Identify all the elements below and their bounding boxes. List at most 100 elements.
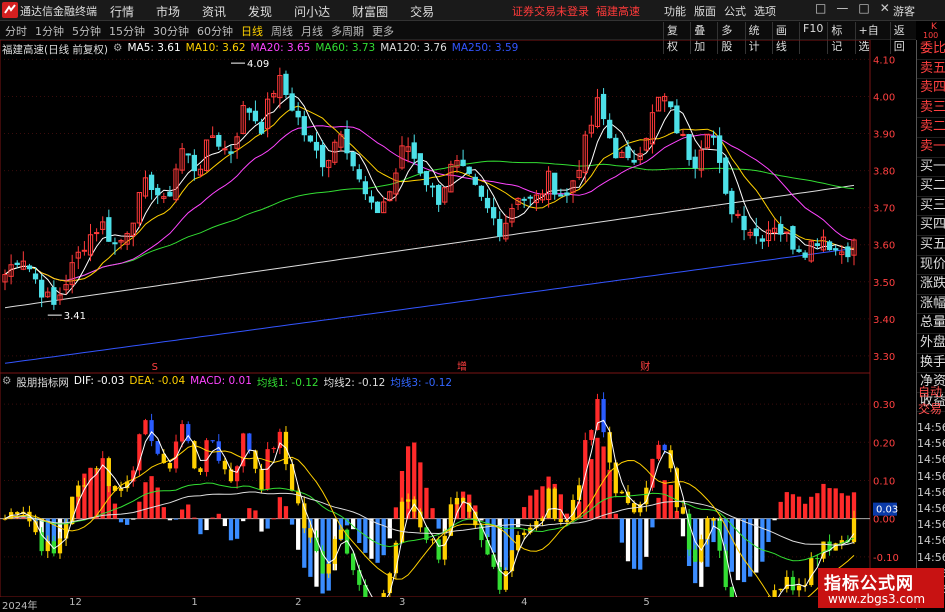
time-label-4: 3 (399, 597, 406, 608)
candle-body (368, 196, 375, 203)
indicator-candle-body (686, 513, 692, 550)
period-tab-2[interactable]: 5分钟 (69, 23, 104, 39)
histogram-bar (314, 518, 319, 587)
indicator-candle-body (711, 518, 716, 521)
quote-field-7[interactable]: 买二 (917, 177, 945, 197)
menu-item-6[interactable]: 交易 (410, 3, 434, 20)
trade-op-0[interactable]: 自动 (916, 384, 945, 401)
period-tab-10[interactable]: 更多 (369, 23, 397, 39)
right-menu-item-3[interactable]: 选项 (754, 3, 776, 19)
histogram-bar (326, 518, 331, 591)
chart-area[interactable]: 4.10 4.00 3.90 3.80 3.70 3.60 3.50 3.40 3.30 4.0… (0, 40, 916, 597)
ma-legend-1: MA10: 3.62 (185, 42, 246, 54)
menu-item-5[interactable]: 财富圈 (352, 3, 388, 20)
candle-body (411, 142, 417, 159)
trade-notice[interactable]: 证券交易未登录 福建高速 (512, 3, 640, 19)
period-tab-9[interactable]: 多周期 (328, 23, 367, 39)
indicator-tick: 0.00 (873, 515, 895, 526)
quote-field-0[interactable]: 委比 (917, 40, 945, 60)
histogram-bar (796, 496, 802, 519)
period-tab-0[interactable]: 分时 (2, 23, 30, 39)
time-label-5: 4 (521, 597, 528, 608)
histogram-bar (809, 496, 814, 519)
candle-body (191, 154, 197, 172)
right-menu-item-0[interactable]: 功能 (664, 3, 686, 19)
period-tab-4[interactable]: 30分钟 (150, 23, 192, 39)
period-tab-8[interactable]: 月线 (298, 23, 326, 39)
quote-field-5[interactable]: 卖一 (917, 138, 945, 158)
histogram-bar (149, 476, 154, 519)
quote-field-8[interactable]: 买三 (917, 197, 945, 217)
ma-legend-2: MA20: 3.65 (250, 42, 311, 54)
period-tab-3[interactable]: 15分钟 (106, 23, 148, 39)
histogram-bar (790, 494, 796, 519)
close-icon[interactable]: ✕ (880, 1, 890, 15)
time-label-3: 2 (295, 597, 302, 608)
quote-field-16[interactable]: 换手 (917, 354, 945, 374)
candle-body (222, 148, 228, 151)
quote-field-15[interactable]: 外盘 (917, 334, 945, 354)
guest-login[interactable]: 游客 (893, 3, 915, 19)
menu-item-3[interactable]: 发现 (248, 3, 272, 20)
right-menu-item-2[interactable]: 公式 (724, 3, 746, 19)
period-tab-5[interactable]: 60分钟 (194, 23, 236, 39)
quote-field-6[interactable]: 买一 (917, 158, 945, 178)
histogram-bar (265, 518, 270, 529)
indicator-legend-0: DIF: -0.03 (73, 375, 125, 387)
event-mark: S (152, 362, 158, 373)
quote-field-1[interactable]: 卖五 (917, 60, 945, 80)
quote-field-2[interactable]: 卖四 (917, 79, 945, 99)
quote-field-13[interactable]: 涨幅 (917, 295, 945, 315)
tick-time-6: 14:56 (917, 518, 945, 532)
minimize-icon[interactable]: — (836, 1, 848, 15)
price-tick: 3.30 (873, 352, 895, 363)
quote-field-9[interactable]: 买四 (917, 216, 945, 236)
quote-field-12[interactable]: 涨跌 (917, 275, 945, 295)
quote-field-4[interactable]: 卖二 (917, 118, 945, 138)
menu-item-2[interactable]: 资讯 (202, 3, 226, 20)
menu-item-0[interactable]: 行情 (110, 3, 134, 20)
candle-body (607, 119, 613, 139)
menu-item-1[interactable]: 市场 (156, 3, 180, 20)
quote-field-3[interactable]: 卖三 (917, 99, 945, 119)
candle-body (484, 197, 491, 209)
indicator-legend-2: MACD: 0.01 (190, 375, 252, 387)
indicator-candle-body (778, 588, 783, 591)
indicator-candle-body (338, 529, 344, 539)
indicator-name[interactable]: 股朋指标网 (16, 375, 69, 390)
trade-login-status[interactable]: 证券交易未登录 (512, 5, 589, 18)
indicator-grid: 0.30 0.20 0.10 0.00 -0.10 0.03 (0, 372, 899, 597)
period-tab-6[interactable]: 日线 (238, 23, 266, 39)
candle-body (741, 215, 747, 231)
maximize-icon[interactable]: □ (858, 1, 869, 15)
histogram-bar (833, 488, 838, 519)
indicator-candle-body (271, 448, 276, 450)
indicator-candle-body (94, 468, 99, 470)
histogram-bar (381, 518, 386, 556)
right-menu-item-1[interactable]: 版面 (694, 3, 716, 19)
indicator-candle-body (522, 532, 527, 536)
tick-time-4: 14:56 (917, 485, 945, 499)
quote-field-14[interactable]: 总量 (917, 314, 945, 334)
histogram-bar (247, 508, 252, 519)
indicator-candle-body (179, 424, 185, 442)
tick-time-0: 14:56 (917, 421, 945, 434)
indicator-candle-body (680, 507, 686, 514)
quote-field-11[interactable]: 现价 (917, 256, 945, 276)
histogram-bar (192, 517, 197, 519)
candle-body (472, 176, 478, 185)
indicator-settings-icon[interactable]: ⚙ (2, 375, 11, 390)
indicator-candle-body (210, 440, 215, 442)
period-tab-7[interactable]: 周线 (268, 23, 296, 39)
restore-icon[interactable]: □ (815, 1, 826, 15)
settings-icon[interactable]: ⚙ (113, 42, 122, 57)
histogram-bar (210, 517, 215, 519)
quote-field-10[interactable]: 买五 (917, 236, 945, 256)
candle-body (674, 105, 680, 134)
menu-item-4[interactable]: 问小达 (294, 3, 330, 20)
period-tab-1[interactable]: 1分钟 (32, 23, 67, 39)
candle-body (26, 265, 33, 270)
indicator-candle-body (815, 558, 820, 560)
histogram-bar (839, 493, 844, 519)
trade-op-1[interactable]: 交易 (916, 401, 945, 418)
